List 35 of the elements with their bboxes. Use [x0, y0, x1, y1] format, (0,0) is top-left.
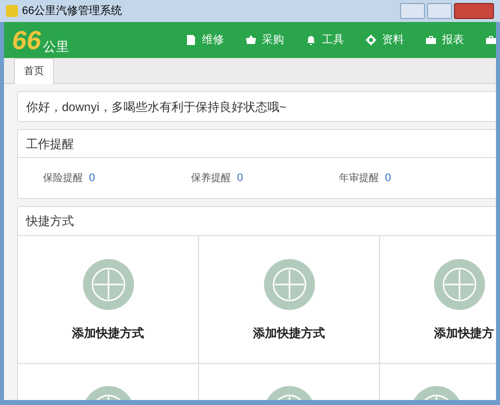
add-shortcut-tile[interactable]: 添加快捷方式 — [18, 236, 199, 364]
nav-item[interactable]: 工具 — [306, 32, 344, 48]
document-icon — [186, 35, 196, 45]
logo-text: 公里 — [42, 40, 69, 53]
add-shortcut-tile[interactable]: 添加快捷方式 — [199, 236, 380, 364]
maximize-button[interactable] — [427, 3, 452, 19]
window-title: 66公里汽修管理系统 — [22, 4, 122, 19]
close-button[interactable] — [454, 3, 494, 19]
briefcase-icon — [426, 35, 436, 45]
reminder-label: 保养提醒 — [191, 172, 231, 186]
card-title: 快捷方式 — [26, 213, 74, 230]
add-icon — [264, 259, 314, 310]
briefcase-icon — [486, 35, 496, 45]
reminder-count[interactable]: 0 — [385, 170, 392, 186]
reminder-label: 保险提醒 — [43, 172, 83, 186]
minimize-button[interactable] — [400, 3, 425, 19]
reminder-count[interactable]: 0 — [89, 170, 96, 186]
nav-item[interactable]: 资料 — [366, 32, 404, 48]
greeting-text: 你好，downyi，多喝些水有利于保持良好状态哦~ — [26, 98, 286, 116]
card-title: 工作提醒 — [26, 136, 74, 152]
nav-item[interactable] — [486, 35, 496, 45]
logo-number: 66 — [12, 27, 41, 53]
reminder-count[interactable]: 0 — [237, 170, 244, 186]
add-icon — [82, 259, 134, 310]
nav-item[interactable]: 维修 — [186, 32, 224, 48]
bell-icon — [306, 35, 316, 45]
add-icon — [434, 259, 485, 310]
settings-icon — [366, 35, 376, 45]
nav-item[interactable]: 采购 — [246, 32, 284, 48]
app-icon — [6, 5, 18, 17]
reminder-label: 年审提醒 — [339, 172, 379, 186]
basket-icon — [246, 35, 256, 45]
tab[interactable]: 首页 — [14, 58, 54, 84]
add-shortcut-tile[interactable]: 添加快捷方 — [380, 236, 496, 364]
nav-item[interactable]: 报表 — [426, 32, 464, 48]
